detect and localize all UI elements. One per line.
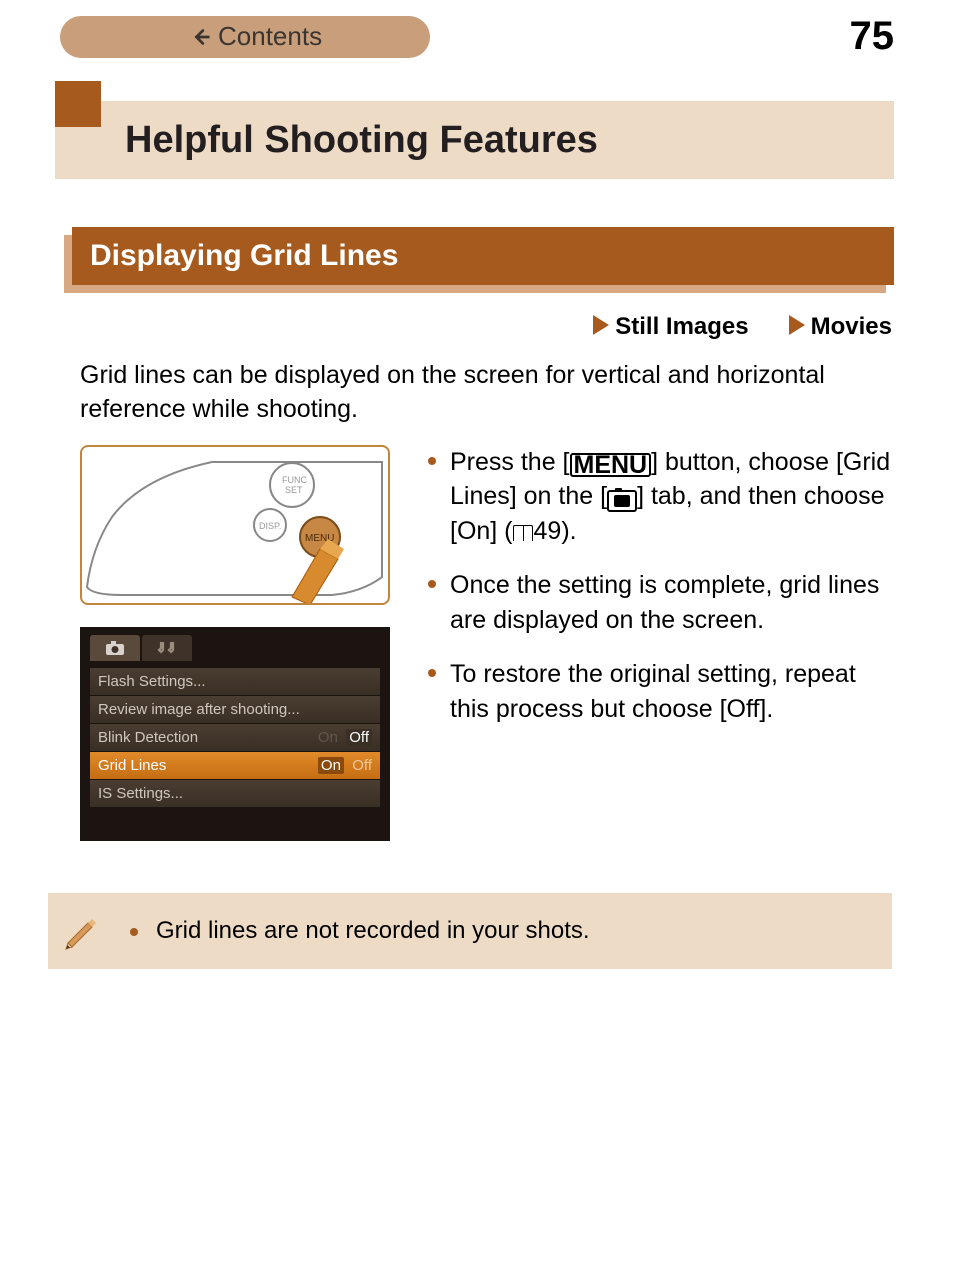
contents-button[interactable]: Contents — [60, 16, 430, 58]
lcd-row-review: Review image after shooting... — [90, 695, 380, 723]
instruction-item: Once the setting is complete, grid lines… — [428, 568, 892, 637]
lcd-row-is: IS Settings... — [90, 779, 380, 807]
mode-movies: Movies — [789, 313, 892, 341]
camera-menu-screenshot: Flash Settings... Review image after sho… — [80, 627, 390, 841]
triangle-icon — [593, 315, 609, 335]
intro-paragraph: Grid lines can be displayed on the scree… — [80, 359, 892, 427]
pencil-icon — [60, 911, 100, 951]
triangle-icon — [789, 315, 805, 335]
lcd-tab-tools — [142, 635, 192, 661]
camera-icon — [105, 640, 125, 656]
note-panel: Grid lines are not recorded in your shot… — [48, 893, 892, 969]
note-item: Grid lines are not recorded in your shot… — [130, 917, 868, 945]
mode-indicators: Still Images Movies — [0, 313, 892, 341]
section-marker-icon — [55, 81, 101, 127]
mode-still-images: Still Images — [593, 313, 748, 341]
subsection-title: Displaying Grid Lines — [72, 227, 894, 285]
camera-illustration: FUNC SET DISP. MENU — [80, 445, 390, 605]
subsection-header: Displaying Grid Lines — [72, 227, 894, 285]
page-ref-icon — [513, 525, 533, 541]
menu-button-icon: MENU — [570, 453, 652, 477]
svg-text:DISP.: DISP. — [259, 521, 281, 531]
wrench-icon — [157, 640, 177, 656]
section-title: Helpful Shooting Features — [125, 119, 598, 162]
lcd-row-gridlines: Grid Lines On Off — [90, 751, 380, 779]
instruction-list: Press the [MENU] button, choose [Grid Li… — [428, 445, 892, 841]
instruction-item: Press the [MENU] button, choose [Grid Li… — [428, 445, 892, 549]
lcd-row-blink: Blink Detection On Off — [90, 723, 380, 751]
lcd-tab-camera — [90, 635, 140, 661]
contents-label: Contents — [218, 21, 322, 52]
camera-tab-icon — [607, 490, 637, 512]
section-header: Helpful Shooting Features — [55, 101, 894, 179]
instruction-item: To restore the original setting, repeat … — [428, 657, 892, 726]
page-number: 75 — [850, 14, 895, 59]
svg-text:FUNC: FUNC — [282, 475, 307, 485]
svg-text:SET: SET — [285, 485, 303, 495]
arrow-left-icon — [190, 26, 212, 48]
lcd-row-flash: Flash Settings... — [90, 667, 380, 695]
